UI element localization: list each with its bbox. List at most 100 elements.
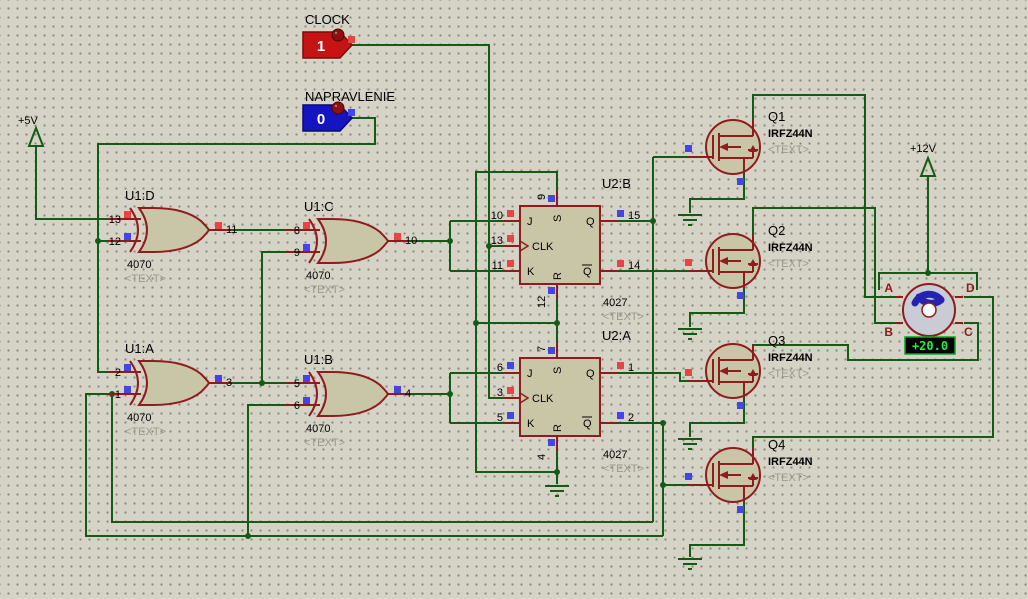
pin-number: 10 xyxy=(491,210,503,222)
wire-5v xyxy=(35,146,133,220)
xor-gate-u1d[interactable]: 13 12 11 U1:D 4070 <TEXT> xyxy=(107,188,237,285)
gate-text-placeholder: <TEXT> xyxy=(304,437,345,449)
ff-label-r: R xyxy=(552,272,564,280)
clock-label: CLOCK xyxy=(305,12,350,27)
mosfet-q4[interactable]: Q4 IRFZ44N <TEXT> xyxy=(685,437,813,513)
pin-state-indicator xyxy=(303,397,310,404)
pin-state-indicator xyxy=(617,260,624,267)
mosfet-text-placeholder: <TEXT> xyxy=(768,258,809,270)
pin-state-indicator xyxy=(737,178,744,185)
ff-label-clk: CLK xyxy=(532,393,554,405)
ff-label-k: K xyxy=(527,418,535,430)
jk-flipflop-u2a[interactable]: J CLK K Q Q S R 6 3 5 7 4 1 2 U2:A 4027 … xyxy=(497,328,644,475)
direction-logicstate[interactable]: 0 xyxy=(302,101,355,132)
gate-text-placeholder: <TEXT> xyxy=(125,273,166,285)
pin-state-indicator xyxy=(685,473,692,480)
button-glint xyxy=(334,31,338,35)
power-terminal-12v[interactable]: +12V xyxy=(910,143,937,177)
junction-dot xyxy=(245,533,251,539)
clock-toggle-button[interactable] xyxy=(331,28,345,42)
motor-angle-display: +20.0 xyxy=(904,336,956,355)
mosfet-ref: Q1 xyxy=(768,109,785,124)
pin-state-indicator xyxy=(507,210,514,217)
mosfet-text-placeholder: <TEXT> xyxy=(768,368,809,380)
ff-label-qbar: Q xyxy=(583,266,592,278)
ff-ref: U2:A xyxy=(602,328,631,343)
pin-number: 14 xyxy=(628,260,640,272)
junction-dot xyxy=(259,380,265,386)
junction-dot xyxy=(473,320,479,326)
clock-state-box[interactable] xyxy=(302,31,354,59)
pin-number: 7 xyxy=(536,346,548,352)
pin-state-indicator xyxy=(685,259,692,266)
mosfet-ref: Q4 xyxy=(768,437,785,452)
gate-part: 4070 xyxy=(306,270,330,282)
junction-dot xyxy=(554,469,560,475)
pin-number: 12 xyxy=(109,236,121,248)
wire-q2-source-gnd xyxy=(689,288,745,327)
power-5v-label: +5V xyxy=(18,115,39,127)
pin-number: 5 xyxy=(497,412,503,424)
junction-dot xyxy=(447,238,453,244)
pin-state-indicator xyxy=(303,244,310,251)
xor-gate-u1b[interactable]: 5 6 4 U1:B 4070 <TEXT> xyxy=(286,352,411,449)
pin-state-indicator xyxy=(215,375,222,382)
pin-number: 11 xyxy=(492,260,503,272)
button-glint xyxy=(334,104,338,108)
mosfet-q1[interactable]: Q1 IRFZ44N <TEXT> xyxy=(685,109,813,185)
pin-state-indicator xyxy=(617,210,624,217)
mosfet-part: IRFZ44N xyxy=(768,456,813,468)
wire-u1b-in6 xyxy=(247,404,287,536)
gate-text-placeholder: <TEXT> xyxy=(125,426,166,438)
pin-state-indicator xyxy=(548,439,555,446)
pin-number: 3 xyxy=(226,377,232,389)
stepper-motor[interactable]: A D B C +20.0 xyxy=(884,281,975,355)
pin-number: 10 xyxy=(405,235,417,247)
xor-gate-u1a[interactable]: 2 1 3 U1:A 4070 <TEXT> xyxy=(107,341,232,438)
pin-state-indicator xyxy=(617,362,624,369)
ground-icon xyxy=(678,558,702,570)
direction-state-value: 0 xyxy=(317,111,325,128)
ground-icon xyxy=(678,328,702,340)
pin-state-indicator xyxy=(507,387,514,394)
pin-number: 15 xyxy=(628,210,640,222)
motor-shaft xyxy=(921,302,937,318)
junction-dot xyxy=(660,482,666,488)
pin-state-indicator xyxy=(124,386,131,393)
mosfet-q2[interactable]: Q2 IRFZ44N <TEXT> xyxy=(685,223,813,299)
mosfet-ref: Q3 xyxy=(768,333,785,348)
jk-flipflop-u2b[interactable]: J CLK K Q Q S R 10 13 11 9 12 15 14 U2:B… xyxy=(491,176,644,323)
pin-number: 4 xyxy=(536,454,548,460)
motor-terminal-a: A xyxy=(884,281,893,295)
power-terminal-5v[interactable]: +5V xyxy=(18,115,45,147)
pin-state-indicator xyxy=(685,369,692,376)
pin-number: 6 xyxy=(294,400,300,412)
ff-label-qbar: Q xyxy=(583,418,592,430)
xor-gate-u1c[interactable]: 8 9 10 U1:C 4070 <TEXT> xyxy=(286,199,417,296)
pin-state-indicator xyxy=(507,362,514,369)
pin-number: 12 xyxy=(536,296,548,308)
wire-q1-source-gnd xyxy=(689,174,745,213)
pin-number: 4 xyxy=(405,388,411,400)
ff-label-j: J xyxy=(527,216,533,228)
ff-label-j: J xyxy=(527,368,533,380)
pin-state-indicator xyxy=(548,347,555,354)
power-arrow-icon xyxy=(27,125,45,147)
schematic-canvas[interactable]: +5V +12V CLOCK 1 NAPRAVLENIE 0 13 12 11 … xyxy=(0,0,1028,599)
gate-ref: U1:C xyxy=(304,199,334,214)
ff-label-s: S xyxy=(552,215,564,222)
junction-dot xyxy=(925,270,931,276)
gate-ref: U1:D xyxy=(125,188,155,203)
clock-logicstate[interactable]: 1 xyxy=(302,28,355,59)
motor-angle-value: +20.0 xyxy=(912,339,948,353)
pin-state-indicator xyxy=(507,235,514,242)
schematic-svg: +5V +12V CLOCK 1 NAPRAVLENIE 0 13 12 11 … xyxy=(18,12,994,570)
pin-number: 1 xyxy=(628,362,634,374)
pin-state-indicator xyxy=(124,233,131,240)
pin-state-indicator xyxy=(303,375,310,382)
ff-label-q: Q xyxy=(586,368,595,380)
power-12v-label: +12V xyxy=(910,143,937,155)
direction-state-box[interactable] xyxy=(302,104,354,132)
direction-toggle-button[interactable] xyxy=(331,101,345,115)
mosfet-part: IRFZ44N xyxy=(768,352,813,364)
